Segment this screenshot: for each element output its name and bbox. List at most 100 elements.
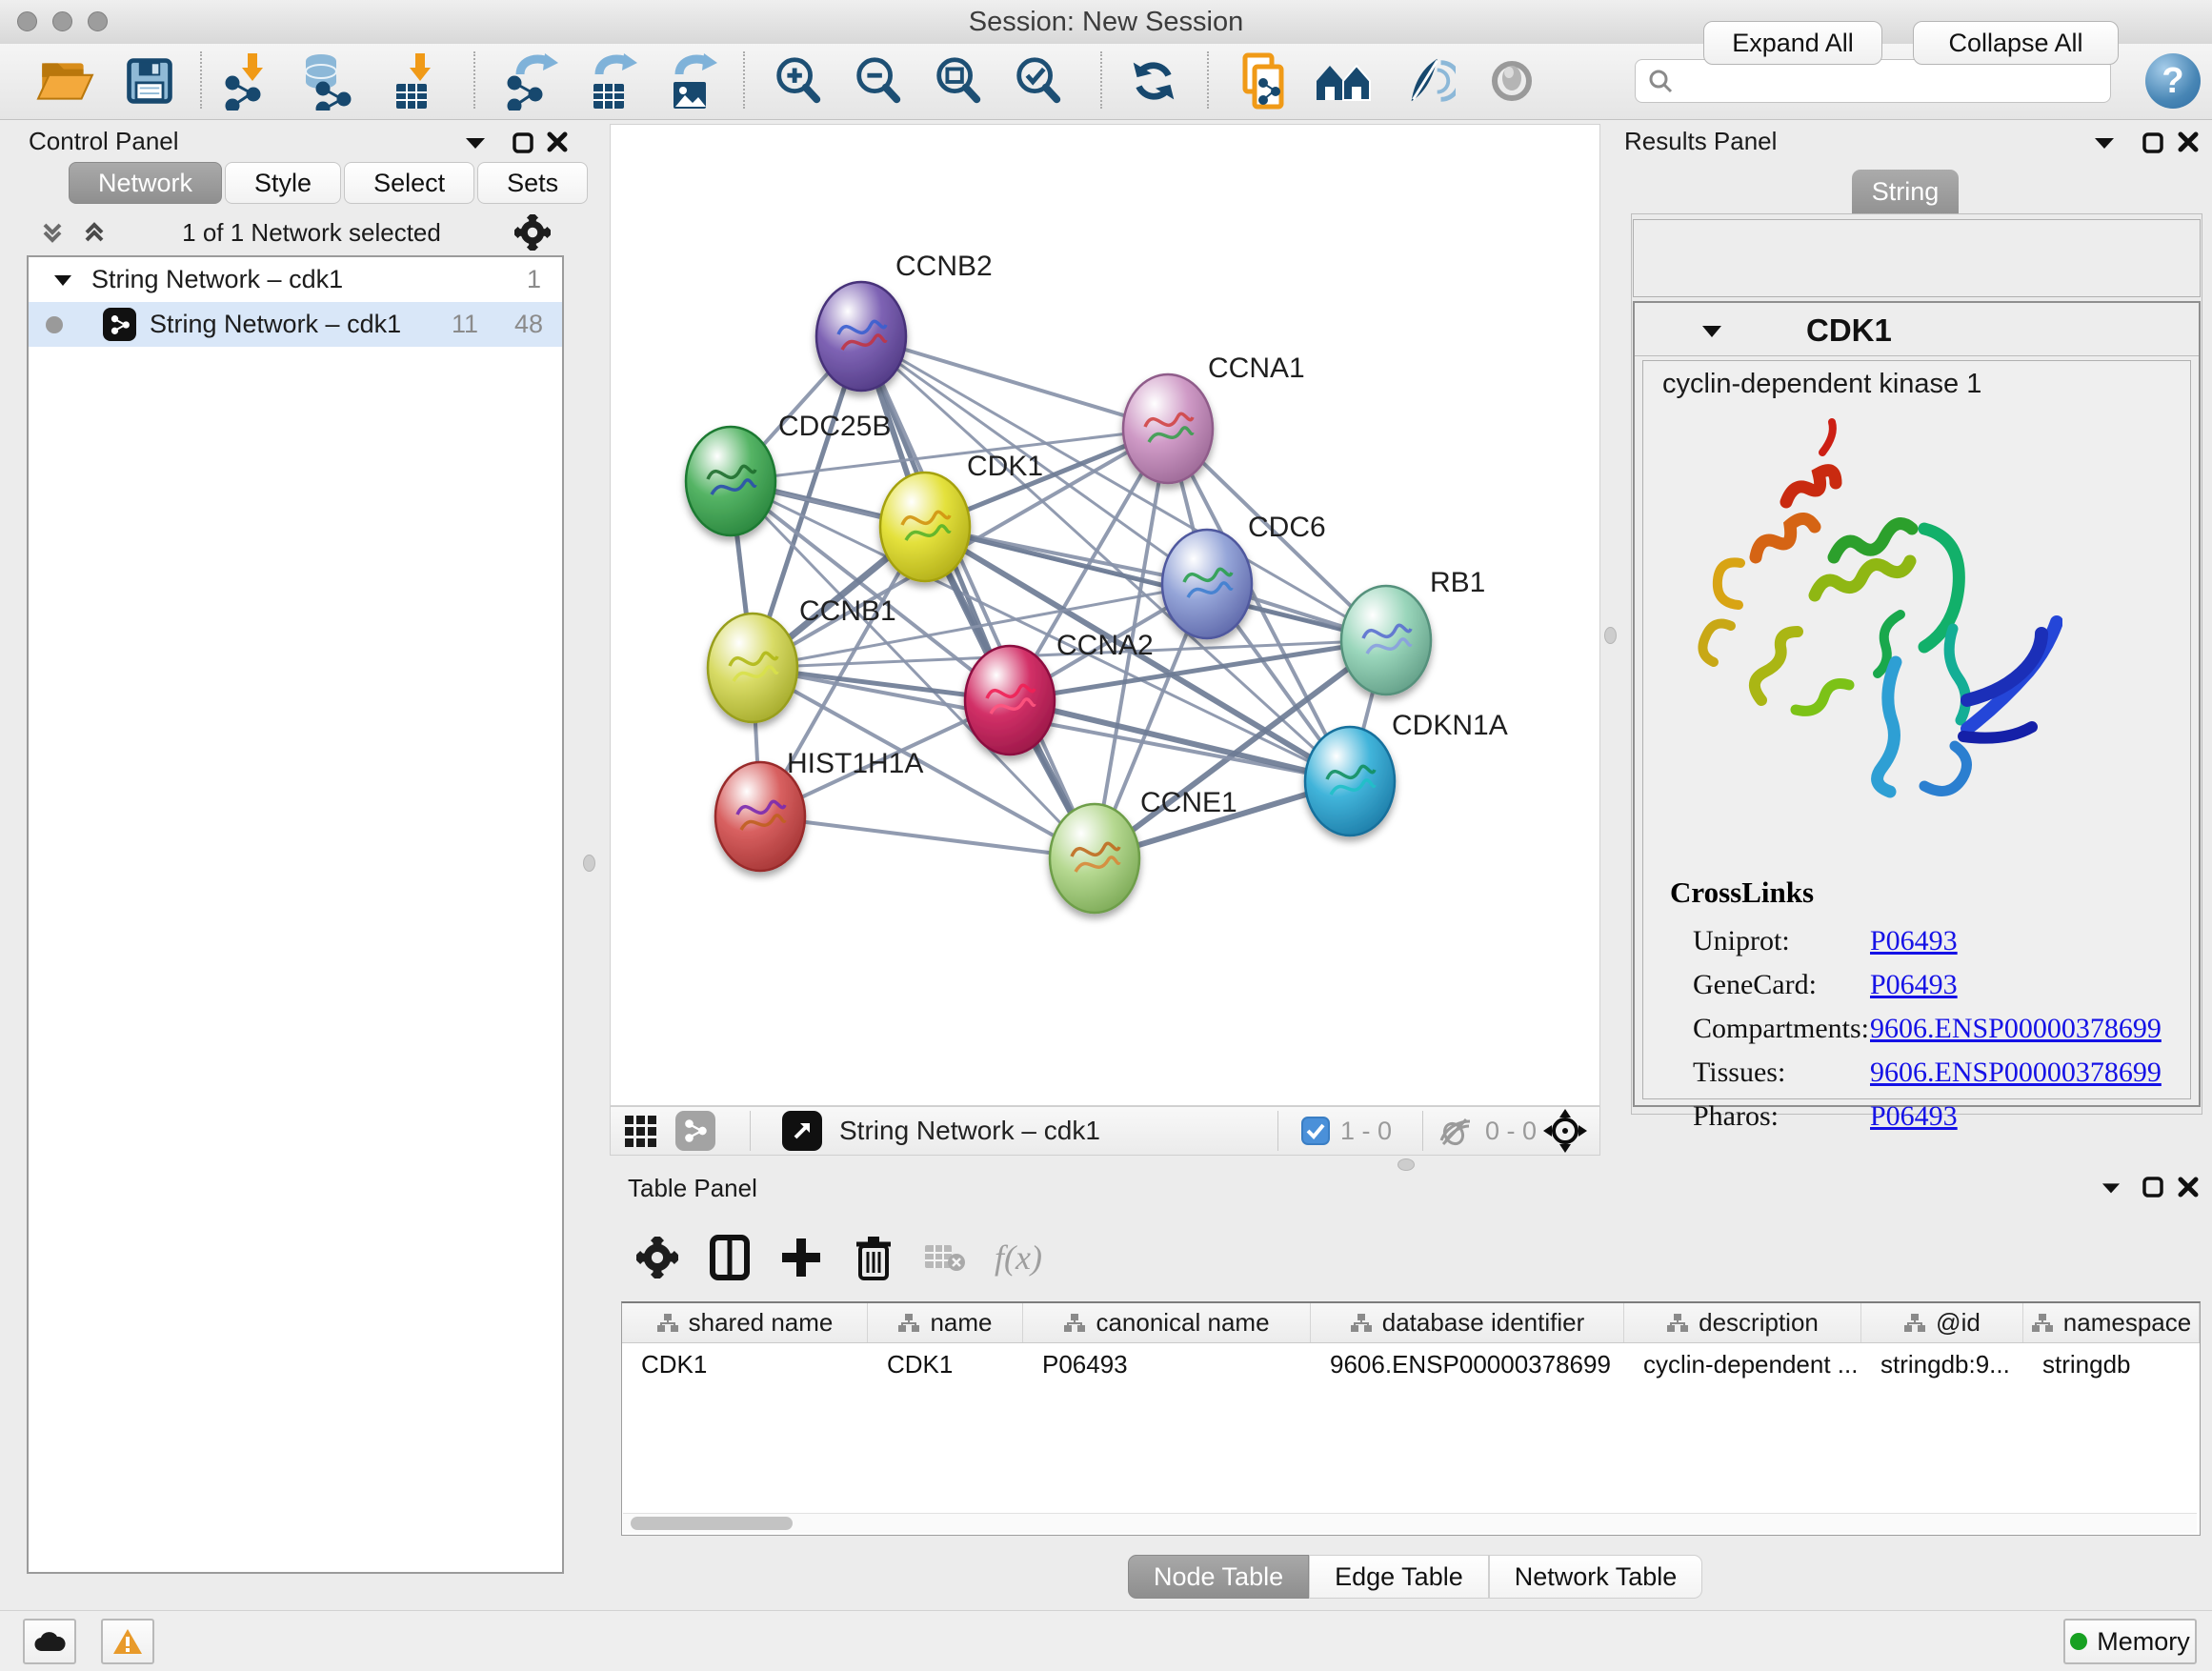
gene-collapse-caret-icon[interactable]: [1699, 320, 1724, 341]
node-CCNA1[interactable]: CCNA1: [1123, 352, 1305, 483]
delete-table-icon[interactable]: [915, 1227, 975, 1288]
collapse-all-button[interactable]: Collapse All: [1913, 21, 2119, 65]
export-network-icon[interactable]: [498, 50, 565, 112]
string-network-graph[interactable]: CCNB2CCNA1CDC25BCDK1CDC6RB1CCNB1CCNA2CDK…: [611, 125, 1599, 1105]
table-panel-float-icon[interactable]: [2142, 1176, 2164, 1198]
network-canvas[interactable]: CCNB2CCNA1CDC25BCDK1CDC6RB1CCNB1CCNA2CDK…: [610, 124, 1600, 1106]
node-CCNE1[interactable]: CCNE1: [1050, 787, 1237, 913]
table-horizontal-scrollbar[interactable]: [623, 1513, 2197, 1533]
hidden-eye-icon[interactable]: [1436, 1107, 1476, 1155]
selected-checkbox-icon[interactable]: [1300, 1107, 1331, 1155]
tree-caret-icon[interactable]: [51, 271, 74, 290]
window-controls[interactable]: [17, 11, 108, 31]
scrollbar-thumb[interactable]: [631, 1517, 793, 1530]
birdseye-toggle-icon[interactable]: [782, 1107, 822, 1155]
tab-style[interactable]: Style: [225, 162, 341, 204]
import-network-icon[interactable]: [214, 50, 281, 112]
hide-graphics-details-icon[interactable]: [1395, 50, 1461, 112]
import-database-icon[interactable]: [294, 50, 361, 112]
search-input[interactable]: [1683, 66, 2099, 97]
table-cell[interactable]: cyclin-dependent ...: [1624, 1343, 1861, 1386]
edge-HIST1H1A-CCNE1[interactable]: [760, 816, 1095, 858]
network-overview-houses-icon[interactable]: [1312, 50, 1378, 112]
cloud-status-button[interactable]: [23, 1619, 76, 1664]
maximize-window-icon[interactable]: [88, 11, 108, 31]
table-cell[interactable]: stringdb:9...: [1861, 1343, 2023, 1386]
delete-column-trash-icon[interactable]: [843, 1227, 904, 1288]
column-header-shared-name[interactable]: shared name: [622, 1303, 868, 1342]
collapse-all-chevron-icon[interactable]: [38, 217, 67, 248]
node-CDKN1A[interactable]: CDKN1A: [1305, 710, 1508, 836]
crosslink-link[interactable]: P06493: [1870, 969, 1958, 1001]
results-panel-menu-icon[interactable]: [2092, 131, 2117, 152]
expand-all-button[interactable]: Expand All: [1703, 21, 1882, 65]
crosslink-link[interactable]: P06493: [1870, 925, 1958, 957]
help-button[interactable]: ?: [2145, 53, 2201, 109]
column-header-database-identifier[interactable]: database identifier: [1311, 1303, 1624, 1342]
save-icon[interactable]: [116, 50, 183, 112]
table-cell[interactable]: stringdb: [2023, 1343, 2200, 1386]
node-RB1[interactable]: RB1: [1341, 567, 1485, 695]
tab-string[interactable]: String: [1852, 170, 1959, 214]
tab-sets[interactable]: Sets: [477, 162, 588, 204]
bottom-splitter-handle[interactable]: [1398, 1158, 1415, 1171]
column-header-name[interactable]: name: [868, 1303, 1023, 1342]
expand-all-chevron-icon[interactable]: [80, 217, 109, 248]
tab-select[interactable]: Select: [344, 162, 474, 204]
tab-network[interactable]: Network: [69, 162, 222, 204]
memory-button[interactable]: Memory: [2063, 1619, 2197, 1664]
network-options-gear-icon[interactable]: [514, 214, 551, 251]
tab-node-table[interactable]: Node Table: [1128, 1555, 1309, 1599]
zoom-in-icon[interactable]: [765, 50, 832, 112]
zoom-out-icon[interactable]: [845, 50, 912, 112]
table-panel-menu-icon[interactable]: [2100, 1178, 2122, 1197]
zoom-selected-icon[interactable]: [1005, 50, 1072, 112]
column-header--id[interactable]: @id: [1861, 1303, 2023, 1342]
table-row[interactable]: CDK1CDK1P064939606.ENSP00000378699cyclin…: [622, 1343, 2200, 1386]
network-collection-row[interactable]: String Network – cdk1 1: [29, 257, 562, 302]
warnings-button[interactable]: [101, 1619, 154, 1664]
clone-network-icon[interactable]: [1230, 50, 1297, 112]
network-share-view-icon[interactable]: [675, 1107, 715, 1155]
table-settings-gear-icon[interactable]: [627, 1227, 688, 1288]
show-columns-icon[interactable]: [699, 1227, 760, 1288]
crosslink-link[interactable]: P06493: [1870, 1100, 1958, 1133]
table-cell[interactable]: CDK1: [622, 1343, 868, 1386]
function-builder-icon[interactable]: f(x): [988, 1227, 1049, 1288]
control-panel-menu-icon[interactable]: [463, 131, 488, 152]
gene-header-row[interactable]: CDK1: [1635, 303, 2199, 356]
fit-crosshair-icon[interactable]: [1542, 1107, 1588, 1155]
table-cell[interactable]: 9606.ENSP00000378699: [1311, 1343, 1624, 1386]
import-table-icon[interactable]: [382, 50, 449, 112]
grid-view-icon[interactable]: [622, 1107, 660, 1155]
node-HIST1H1A[interactable]: HIST1H1A: [715, 748, 923, 871]
open-folder-icon[interactable]: [32, 50, 99, 112]
table-cell[interactable]: CDK1: [868, 1343, 1023, 1386]
add-column-icon[interactable]: [771, 1227, 832, 1288]
export-table-icon[interactable]: [579, 50, 646, 112]
column-header-canonical-name[interactable]: canonical name: [1023, 1303, 1311, 1342]
tab-edge-table[interactable]: Edge Table: [1309, 1555, 1489, 1599]
edge-CCNB2-CCNA1[interactable]: [861, 336, 1168, 429]
results-panel-float-icon[interactable]: [2142, 131, 2164, 154]
refresh-icon[interactable]: [1120, 50, 1187, 112]
table-cell[interactable]: P06493: [1023, 1343, 1311, 1386]
crosslink-link[interactable]: 9606.ENSP00000378699: [1870, 1057, 2162, 1089]
birdseye-gray-icon[interactable]: [1478, 50, 1545, 112]
right-splitter-handle[interactable]: [1604, 627, 1617, 644]
search-field[interactable]: [1635, 59, 2111, 103]
crosslink-link[interactable]: 9606.ENSP00000378699: [1870, 1013, 2162, 1045]
network-row[interactable]: String Network – cdk1 11 48: [29, 302, 562, 347]
edge-CCNB2-CCNE1[interactable]: [861, 336, 1095, 858]
results-panel-close-icon[interactable]: [2176, 130, 2201, 154]
control-panel-close-icon[interactable]: [545, 130, 570, 154]
export-image-icon[interactable]: [659, 50, 726, 112]
column-header-namespace[interactable]: namespace: [2023, 1303, 2200, 1342]
column-header-description[interactable]: description: [1624, 1303, 1861, 1342]
left-splitter-handle[interactable]: [583, 855, 595, 872]
minimize-window-icon[interactable]: [52, 11, 72, 31]
control-panel-float-icon[interactable]: [512, 131, 534, 154]
table-panel-close-icon[interactable]: [2176, 1175, 2201, 1199]
tab-network-table[interactable]: Network Table: [1489, 1555, 1703, 1599]
zoom-fit-icon[interactable]: [925, 50, 992, 112]
